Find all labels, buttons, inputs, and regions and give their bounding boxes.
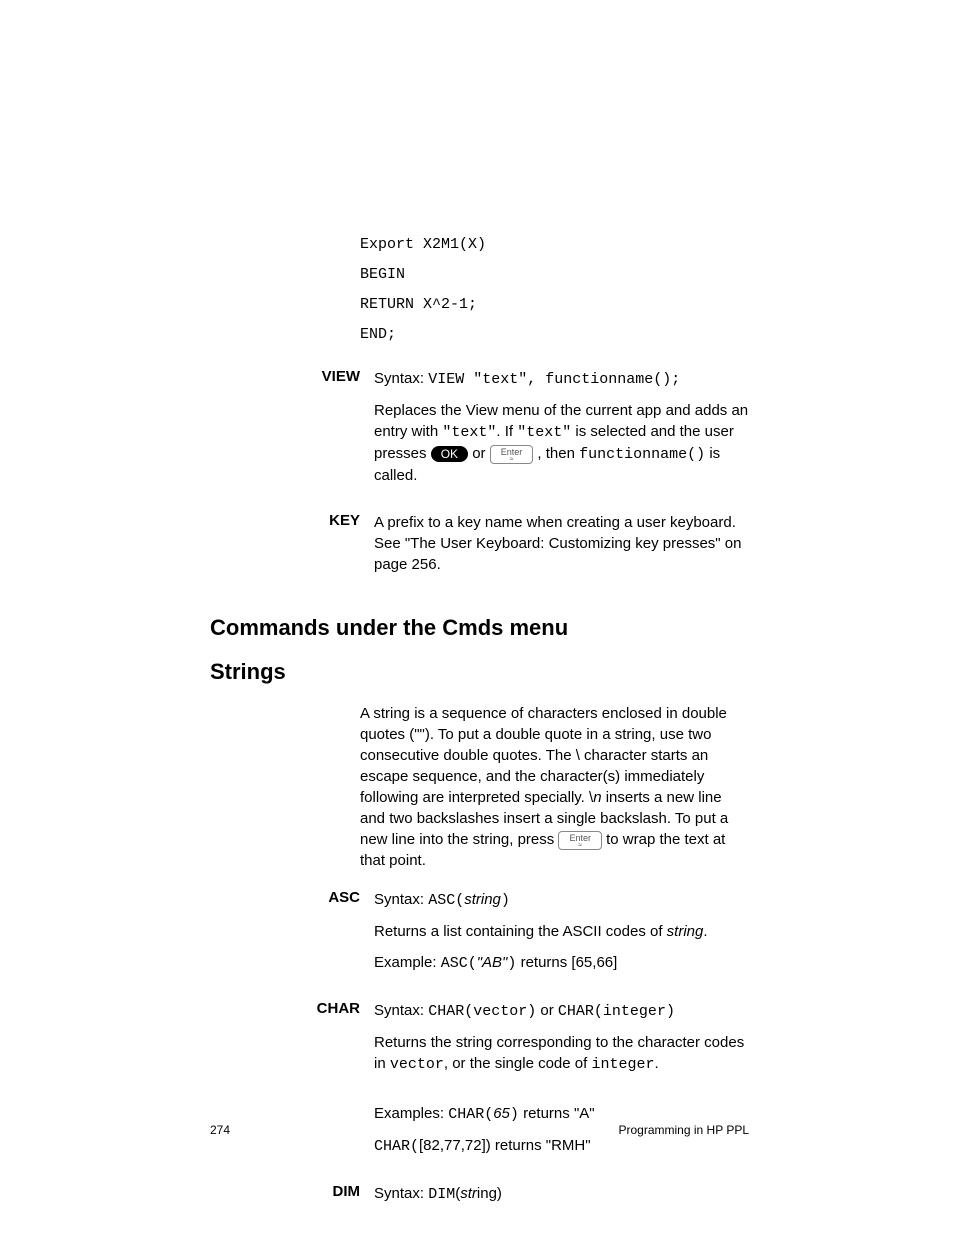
page-content: Export X2M1(X) BEGIN RETURN X^2-1; END; …	[0, 0, 954, 1215]
definition: Syntax: ASC(string) Returns a list conta…	[374, 889, 749, 984]
code-line: END;	[360, 320, 749, 350]
heading-strings: Strings	[210, 659, 749, 685]
entry-asc: ASC Syntax: ASC(string) Returns a list c…	[210, 889, 749, 984]
page-number: 274	[210, 1123, 230, 1137]
heading-cmds: Commands under the Cmds menu	[210, 615, 749, 641]
description: A prefix to a key name when creating a u…	[374, 512, 749, 575]
definition: A prefix to a key name when creating a u…	[374, 512, 749, 585]
syntax-line: Syntax: DIM(string)	[374, 1183, 749, 1205]
example: Examples: CHAR(65) returns "A"	[374, 1103, 749, 1125]
description: Returns the string corresponding to the …	[374, 1032, 749, 1075]
page-footer: 274 Programming in HP PPL	[210, 1123, 749, 1137]
enter-key-icon: Enter≈	[558, 831, 602, 850]
entry-dim: DIM Syntax: DIM(string)	[210, 1183, 749, 1215]
entry-view: VIEW Syntax: VIEW "text", functionname()…	[210, 368, 749, 496]
description: Replaces the View menu of the current ap…	[374, 400, 749, 486]
definition: Syntax: VIEW "text", functionname(); Rep…	[374, 368, 749, 496]
term-label: KEY	[210, 512, 374, 585]
entry-key: KEY A prefix to a key name when creating…	[210, 512, 749, 585]
code-block: Export X2M1(X) BEGIN RETURN X^2-1; END;	[360, 230, 749, 350]
definition: Syntax: CHAR(vector) or CHAR(integer) Re…	[374, 1000, 749, 1167]
example: CHAR([82,77,72]) returns "RMH"	[374, 1135, 749, 1157]
code-line: Export X2M1(X)	[360, 230, 749, 260]
ok-key-icon: OK	[431, 446, 468, 462]
example: Example: ASC("AB") returns [65,66]	[374, 952, 749, 974]
code-line: RETURN X^2-1;	[360, 290, 749, 320]
code-line: BEGIN	[360, 260, 749, 290]
entry-char: CHAR Syntax: CHAR(vector) or CHAR(intege…	[210, 1000, 749, 1167]
syntax-line: Syntax: VIEW "text", functionname();	[374, 368, 749, 390]
enter-key-icon: Enter≈	[490, 445, 534, 464]
term-label: DIM	[210, 1183, 374, 1215]
term-label: ASC	[210, 889, 374, 984]
syntax-line: Syntax: CHAR(vector) or CHAR(integer)	[374, 1000, 749, 1022]
definition: Syntax: DIM(string)	[374, 1183, 749, 1215]
strings-intro: A string is a sequence of characters enc…	[360, 703, 749, 871]
description: Returns a list containing the ASCII code…	[374, 921, 749, 942]
footer-title: Programming in HP PPL	[619, 1123, 750, 1137]
term-label: CHAR	[210, 1000, 374, 1167]
syntax-line: Syntax: ASC(string)	[374, 889, 749, 911]
term-label: VIEW	[210, 368, 374, 496]
